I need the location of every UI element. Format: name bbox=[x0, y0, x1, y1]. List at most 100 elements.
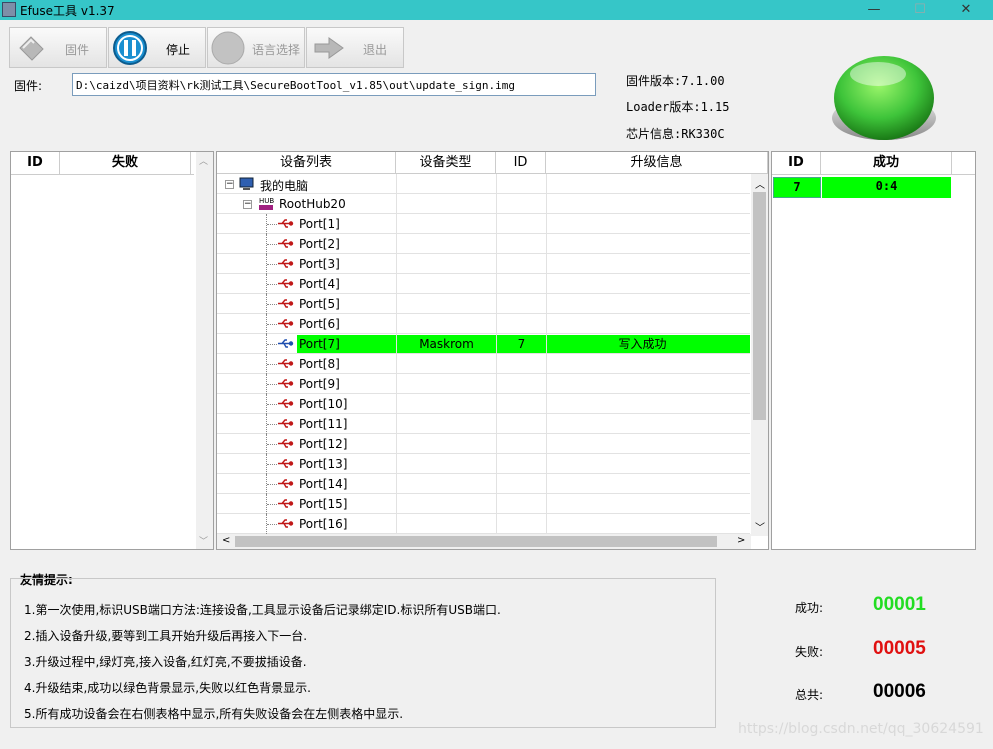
device-row-id bbox=[496, 294, 546, 314]
device-row-name: Port[10] bbox=[299, 397, 348, 411]
fail-table-scrollbar[interactable]: ︿ ﹀ bbox=[196, 152, 213, 549]
fail-table-header: ID 失败 bbox=[11, 152, 194, 175]
device-row[interactable]: Port[1] bbox=[217, 214, 750, 234]
device-row[interactable]: Port[16] bbox=[217, 514, 750, 534]
device-row-info bbox=[546, 394, 750, 414]
minimize-button[interactable]: — bbox=[851, 0, 897, 20]
device-row-info bbox=[546, 274, 750, 294]
device-row[interactable]: Port[14] bbox=[217, 474, 750, 494]
fail-col-id[interactable]: ID bbox=[11, 152, 60, 174]
usb-port-icon bbox=[278, 479, 294, 488]
collapse-icon[interactable]: − bbox=[243, 200, 252, 209]
device-row[interactable]: Port[11] bbox=[217, 414, 750, 434]
usb-port-icon bbox=[278, 359, 294, 368]
device-row[interactable]: Port[5] bbox=[217, 294, 750, 314]
device-row-type bbox=[396, 314, 496, 334]
success-col-id[interactable]: ID bbox=[772, 152, 821, 174]
device-col-type[interactable]: 设备类型 bbox=[396, 152, 496, 174]
device-row[interactable]: Port[9] bbox=[217, 374, 750, 394]
collapse-icon[interactable]: − bbox=[225, 180, 234, 189]
hscroll-thumb[interactable] bbox=[235, 536, 717, 547]
scroll-left-icon[interactable]: < bbox=[222, 535, 230, 546]
device-row-name: Port[9] bbox=[299, 377, 340, 391]
stop-button[interactable]: 停止 bbox=[108, 27, 206, 68]
device-row[interactable]: Port[12] bbox=[217, 434, 750, 454]
close-button[interactable]: ✕ bbox=[943, 0, 989, 20]
device-row-name: Port[16] bbox=[299, 517, 348, 531]
success-row-id[interactable]: 7 bbox=[773, 177, 821, 198]
firmware-path-field[interactable]: D:\caizd\项目资料\rk测试工具\SecureBootTool_v1.8… bbox=[72, 73, 596, 96]
language-button-label: 语言选择 bbox=[252, 43, 301, 57]
tree-root-row[interactable]: − 我的电脑 bbox=[217, 174, 750, 194]
device-row-type bbox=[396, 294, 496, 314]
device-row-type bbox=[396, 474, 496, 494]
device-row-id bbox=[496, 394, 546, 414]
device-row-type bbox=[396, 494, 496, 514]
device-row[interactable]: Port[4] bbox=[217, 274, 750, 294]
maximize-button[interactable]: ☐ bbox=[897, 0, 943, 20]
scroll-down-icon[interactable]: ﹀ bbox=[755, 519, 765, 534]
device-col-id[interactable]: ID bbox=[496, 152, 546, 174]
language-button[interactable]: 语言选择 bbox=[207, 27, 305, 68]
device-row[interactable]: Port[3] bbox=[217, 254, 750, 274]
device-row[interactable]: Port[6] bbox=[217, 314, 750, 334]
firmware-icon bbox=[19, 36, 44, 61]
device-row-info bbox=[546, 514, 750, 534]
device-row[interactable]: Port[10] bbox=[217, 394, 750, 414]
device-row-name: Port[14] bbox=[299, 477, 348, 491]
pause-icon bbox=[113, 31, 147, 65]
device-row-type: Maskrom bbox=[396, 334, 496, 354]
device-row-name: Port[3] bbox=[299, 257, 340, 271]
firmware-button[interactable]: 固件 bbox=[9, 27, 107, 68]
device-vscrollbar[interactable]: ︿ ﹀ bbox=[751, 174, 768, 536]
tree-hub-row[interactable]: − HUB RootHub20 bbox=[217, 194, 750, 214]
exit-button[interactable]: 退出 bbox=[306, 27, 404, 68]
hint-line: 5.所有成功设备会在右侧表格中显示,所有失败设备会在左侧表格中显示. bbox=[24, 707, 404, 721]
hint-line: 1.第一次使用,标识USB端口方法:连接设备,工具显示设备后记录绑定ID.标识所… bbox=[24, 603, 501, 617]
scroll-up-icon[interactable]: ︿ bbox=[755, 176, 765, 191]
usb-port-icon bbox=[278, 459, 294, 468]
device-row-id bbox=[496, 474, 546, 494]
device-row[interactable]: Port[8] bbox=[217, 354, 750, 374]
device-row-id bbox=[496, 414, 546, 434]
usb-port-icon bbox=[278, 499, 294, 508]
device-row-name: Port[7] bbox=[299, 337, 340, 351]
scroll-right-icon[interactable]: > bbox=[737, 535, 745, 546]
scroll-down-icon[interactable]: ﹀ bbox=[199, 534, 208, 547]
hint-line: 4.升级结束,成功以绿色背景显示,失败以红色背景显示. bbox=[24, 681, 311, 695]
device-row[interactable]: Port[13] bbox=[217, 454, 750, 474]
fail-col-status[interactable]: 失败 bbox=[60, 152, 191, 174]
device-hscrollbar[interactable]: < > bbox=[217, 534, 751, 549]
usb-port-icon bbox=[278, 279, 294, 288]
success-table: ID 成功 7 0:4 bbox=[771, 151, 976, 550]
device-col-info[interactable]: 升级信息 bbox=[546, 152, 768, 174]
usb-port-icon bbox=[278, 319, 294, 328]
device-row-id bbox=[496, 314, 546, 334]
device-row-type bbox=[396, 214, 496, 234]
success-col-status[interactable]: 成功 bbox=[821, 152, 952, 174]
device-row-type bbox=[396, 254, 496, 274]
device-row[interactable]: Port[15] bbox=[217, 494, 750, 514]
scroll-up-icon[interactable]: ︿ bbox=[199, 154, 208, 167]
device-row[interactable]: Port[7] Maskrom 7 写入成功 bbox=[217, 334, 750, 354]
exit-button-label: 退出 bbox=[363, 43, 388, 57]
language-icon bbox=[211, 31, 245, 65]
device-row-type bbox=[396, 514, 496, 534]
device-row-type bbox=[396, 354, 496, 374]
total-count: 00006 bbox=[873, 681, 926, 702]
usb-port-icon bbox=[278, 259, 294, 268]
usb-port-icon bbox=[278, 439, 294, 448]
device-col-list[interactable]: 设备列表 bbox=[217, 152, 396, 174]
arrow-right-icon bbox=[314, 37, 344, 59]
loader-version: Loader版本:1.15 bbox=[626, 100, 730, 114]
scroll-thumb[interactable] bbox=[753, 192, 766, 420]
device-row-id bbox=[496, 514, 546, 534]
window-title: Efuse工具 v1.37 bbox=[20, 4, 115, 18]
device-row-name: Port[13] bbox=[299, 457, 348, 471]
usb-port-icon bbox=[278, 379, 294, 388]
device-row[interactable]: Port[2] bbox=[217, 234, 750, 254]
success-row-value[interactable]: 0:4 bbox=[822, 177, 951, 198]
device-row-id bbox=[496, 454, 546, 474]
device-row-id bbox=[496, 274, 546, 294]
stop-button-label: 停止 bbox=[166, 43, 191, 57]
